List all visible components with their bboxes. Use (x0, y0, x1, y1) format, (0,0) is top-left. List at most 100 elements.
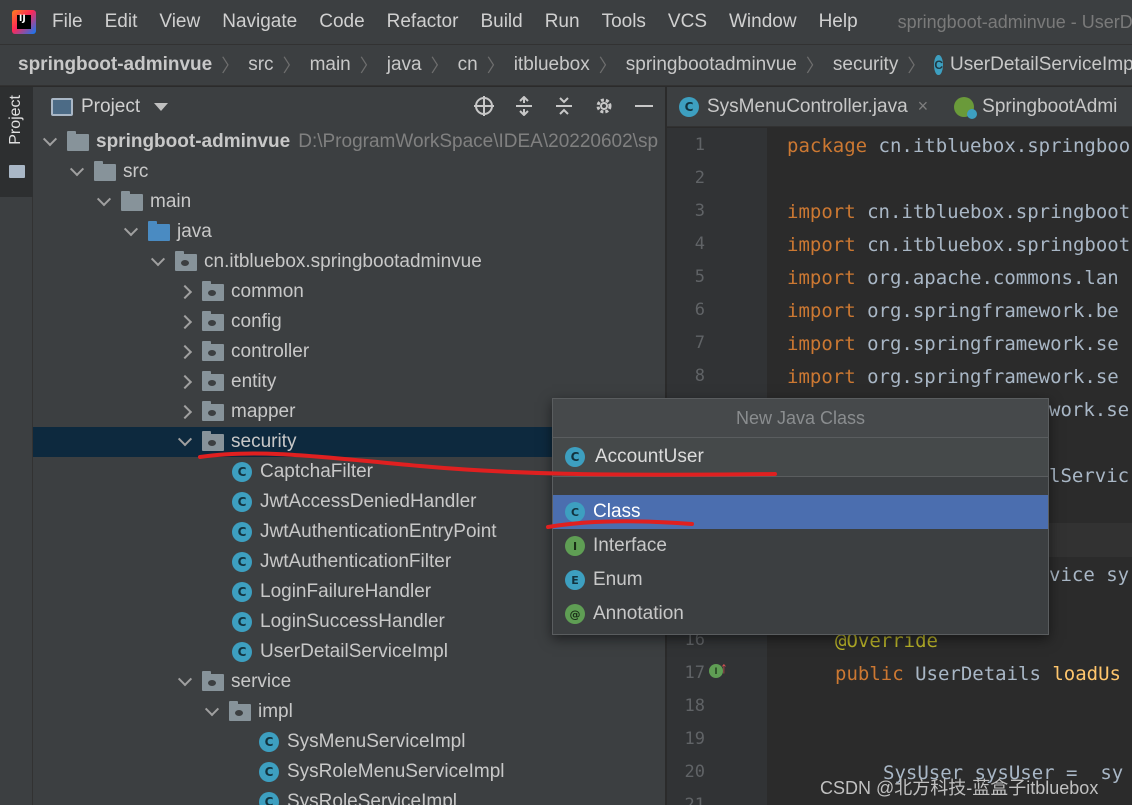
line-number: 20 (684, 762, 705, 782)
expand-all-icon[interactable] (513, 95, 535, 117)
tree-item-main[interactable]: main (33, 187, 665, 217)
tree-item-class[interactable]: C UserDetailServiceImpl (33, 637, 665, 667)
collapse-all-icon[interactable] (553, 95, 575, 117)
class-icon: C (565, 447, 585, 467)
tree-label: service (231, 671, 292, 692)
menu-refactor[interactable]: Refactor (387, 11, 459, 33)
kind-class-item[interactable]: C Class (553, 495, 1048, 529)
chevron-down-icon[interactable] (70, 165, 84, 179)
kind-label: Annotation (593, 603, 684, 624)
code-line: import cn.itbluebox.springboot (787, 201, 1131, 223)
menu-edit[interactable]: Edit (105, 11, 138, 33)
chevron-down-icon[interactable] (178, 675, 192, 689)
breadcrumb-security[interactable]: security (833, 54, 898, 76)
tree-item-class[interactable]: C SysRoleMenuServiceImpl (33, 757, 665, 787)
folder-icon (9, 165, 25, 178)
gear-icon[interactable] (593, 95, 615, 117)
tree-item-java[interactable]: java (33, 217, 665, 247)
class-icon: C (679, 96, 699, 117)
tab-sysmenucontroller[interactable]: C SysMenuController.java × (667, 87, 942, 126)
tree-item-class[interactable]: C SysMenuServiceImpl (33, 727, 665, 757)
menu-build[interactable]: Build (480, 11, 522, 33)
chevron-down-icon[interactable] (43, 135, 57, 149)
tree-root[interactable]: springboot-adminvue D:\ProgramWorkSpace\… (33, 127, 665, 157)
folder-icon (121, 190, 143, 211)
class-icon: C (259, 792, 279, 805)
chevron-right-icon[interactable] (178, 315, 192, 329)
locate-icon[interactable] (473, 95, 495, 117)
spring-boot-icon (954, 96, 978, 119)
chevron-right-icon: 〉 (598, 56, 617, 76)
arrow-up-icon: ↑ (720, 660, 728, 677)
breadcrumb-main[interactable]: main (310, 54, 351, 76)
breadcrumb-springbootadminvue[interactable]: springbootadminvue (626, 54, 797, 76)
tab-springbootadmin[interactable]: SpringbootAdmi (942, 87, 1131, 126)
chevron-down-icon[interactable] (178, 435, 192, 449)
chevron-right-icon[interactable] (178, 405, 192, 419)
chevron-right-icon: 〉 (805, 56, 824, 76)
tree-item-common[interactable]: common (33, 277, 665, 307)
watermark: CSDN @北方科技-蓝盒子itbluebox (820, 778, 1099, 798)
breadcrumb-java[interactable]: java (387, 54, 422, 76)
chevron-down-icon[interactable] (205, 705, 219, 719)
tree-item-config[interactable]: config (33, 307, 665, 337)
kind-annotation-item[interactable]: @ Annotation (553, 597, 1048, 631)
kind-interface-item[interactable]: I Interface (553, 529, 1048, 563)
menu-window[interactable]: Window (729, 11, 797, 33)
chevron-right-icon[interactable] (178, 285, 192, 299)
chevron-down-icon[interactable] (124, 225, 138, 239)
tab-label: SpringbootAdmi (982, 95, 1118, 117)
class-name-input[interactable] (595, 446, 995, 468)
tree-item-package[interactable]: cn.itbluebox.springbootadminvue (33, 247, 665, 277)
breadcrumb: springboot-adminvue 〉 src 〉 main 〉 java … (0, 44, 1132, 86)
breadcrumb-itbluebox[interactable]: itbluebox (514, 54, 590, 76)
tree-item-src[interactable]: src (33, 157, 665, 187)
line-number: 21 (684, 795, 705, 805)
source-folder-icon (148, 220, 170, 241)
menu-tools[interactable]: Tools (602, 11, 646, 33)
code-line: import org.apache.commons.lan (787, 267, 1119, 289)
menu-navigate[interactable]: Navigate (222, 11, 297, 33)
tree-item-class[interactable]: C SysRoleServiceImpl (33, 787, 665, 805)
chevron-down-icon[interactable] (151, 255, 165, 269)
annotation-icon: @ (565, 604, 585, 624)
chevron-right-icon[interactable] (178, 375, 192, 389)
class-name-field[interactable]: C (553, 437, 1048, 477)
class-icon: C (232, 462, 252, 482)
tree-item-service[interactable]: service (33, 667, 665, 697)
menu-file[interactable]: File (52, 11, 83, 33)
chevron-down-icon[interactable] (97, 195, 111, 209)
menu-help[interactable]: Help (819, 11, 858, 33)
project-panel-title[interactable]: Project (81, 96, 140, 118)
breadcrumb-cn[interactable]: cn (458, 54, 478, 76)
breadcrumb-project[interactable]: springboot-adminvue (18, 54, 212, 76)
minimize-icon[interactable] (633, 95, 655, 117)
menu-code[interactable]: Code (319, 11, 364, 33)
class-icon: C (232, 582, 252, 602)
code-line: import cn.itbluebox.springboot (787, 234, 1131, 256)
breadcrumb-class[interactable]: UserDetailServiceImpl (950, 54, 1132, 76)
breadcrumb-src[interactable]: src (248, 54, 273, 76)
tree-label: SysMenuServiceImpl (287, 731, 466, 752)
package-icon (202, 670, 224, 691)
code-line: import org.springframework.se (787, 366, 1119, 388)
left-tool-strip: Project (0, 87, 33, 805)
menu-run[interactable]: Run (545, 11, 580, 33)
tree-label: src (123, 161, 149, 182)
popup-title: New Java Class (553, 399, 1048, 437)
chevron-down-icon[interactable] (154, 103, 169, 111)
chevron-right-icon: 〉 (430, 56, 449, 76)
folder-icon (94, 160, 116, 181)
tree-label: SysRoleServiceImpl (287, 791, 457, 805)
close-icon[interactable]: × (918, 96, 929, 117)
kind-enum-item[interactable]: E Enum (553, 563, 1048, 597)
tree-item-controller[interactable]: controller (33, 337, 665, 367)
class-icon: C (232, 552, 252, 572)
project-tool-window-button[interactable]: Project (0, 87, 33, 197)
tree-item-entity[interactable]: entity (33, 367, 665, 397)
tree-item-impl[interactable]: impl (33, 697, 665, 727)
menu-view[interactable]: View (159, 11, 200, 33)
class-icon: C (934, 55, 944, 75)
chevron-right-icon[interactable] (178, 345, 192, 359)
menu-vcs[interactable]: VCS (668, 11, 707, 33)
